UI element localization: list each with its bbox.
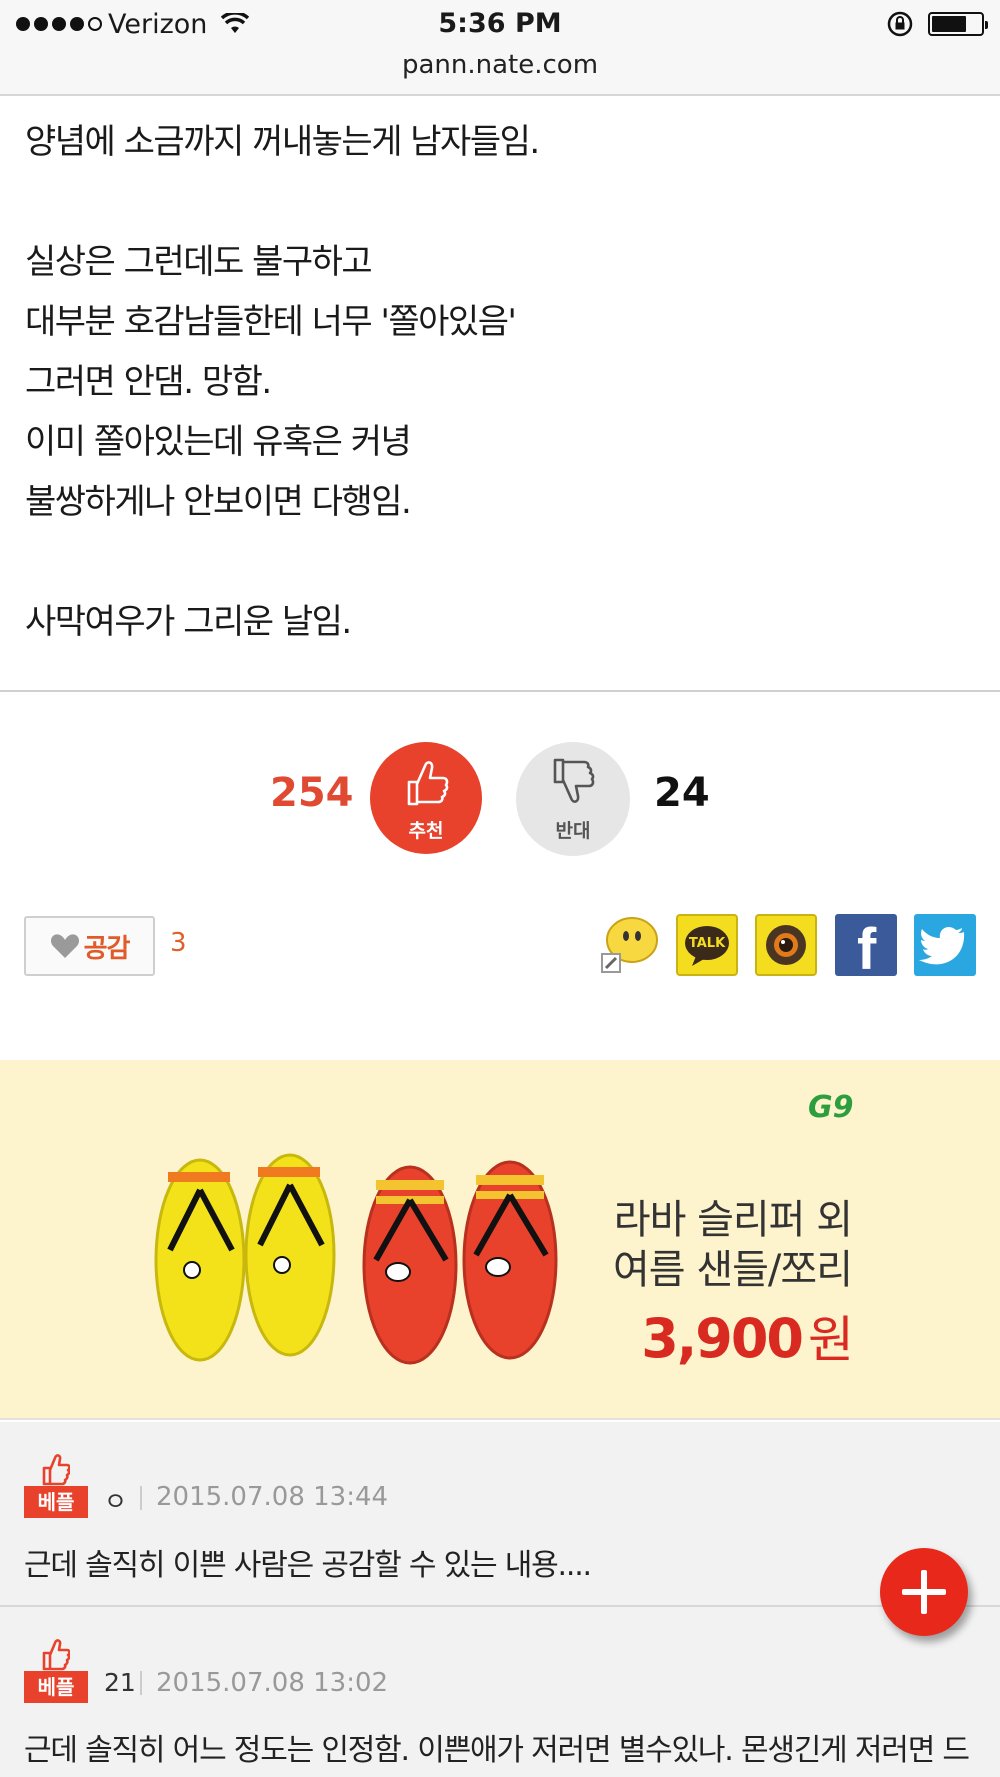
meta-separator bbox=[140, 1671, 142, 1695]
g9-logo: G9 bbox=[808, 1090, 854, 1125]
article-divider bbox=[0, 690, 1000, 692]
vote-section: 254 추천 반대 24 bbox=[0, 742, 1000, 856]
kakaotalk-share-button[interactable]: TALK bbox=[676, 914, 738, 976]
kakaostory-share-button[interactable] bbox=[755, 914, 817, 976]
comment-date: 2015.07.08 13:02 bbox=[156, 1668, 389, 1698]
comment-text[interactable]: 근데 솔직히 이쁜 사람은 공감할 수 있는 내용.... bbox=[24, 1540, 1000, 1584]
ad-price-currency: 원 bbox=[808, 1311, 854, 1369]
clock: 5:36 PM bbox=[438, 8, 562, 39]
url-text[interactable]: pann.nate.com bbox=[402, 50, 598, 80]
empathy-count: 3 bbox=[170, 928, 187, 958]
oppose-label: 반대 bbox=[555, 820, 591, 842]
ad-price: 3,900 원 bbox=[641, 1300, 854, 1372]
thumbs-down-icon bbox=[553, 758, 595, 803]
best-comments: 베플 ㅇ 2015.07.08 13:44 근데 솔직히 이쁜 사람은 공감할 … bbox=[0, 1422, 1000, 1777]
article-line: 불쌍하게나 안보이면 다행임. bbox=[25, 482, 412, 522]
comment-author[interactable]: ㅇ bbox=[104, 1482, 127, 1518]
facebook-share-button[interactable]: f bbox=[835, 914, 897, 982]
ad-line-2: 여름 샌들/쪼리 bbox=[613, 1247, 853, 1293]
heart-icon bbox=[50, 934, 79, 958]
article-line: 이미 쫄아있는데 유혹은 커녕 bbox=[25, 422, 412, 462]
status-bar: Verizon 5:36 PM bbox=[0, 0, 1000, 48]
add-comment-fab[interactable] bbox=[880, 1548, 968, 1636]
meta-separator bbox=[140, 1486, 142, 1510]
twitter-bird-icon bbox=[919, 927, 965, 965]
ad-price-value: 3,900 bbox=[641, 1307, 804, 1370]
article-line: 양념에 소금까지 꺼내놓는게 남자들임. bbox=[25, 122, 540, 162]
comment-text[interactable]: 근데 솔직히 어느 정도는 인정함. 이쁜애가 저러면 별수있나. 몬생긴게 저… bbox=[24, 1725, 1000, 1769]
battery-icon bbox=[928, 12, 988, 36]
thumbs-up-icon bbox=[407, 761, 449, 806]
empathy-label: 공감 bbox=[83, 933, 131, 964]
talk-label: TALK bbox=[688, 936, 726, 951]
orientation-lock-icon bbox=[887, 11, 913, 37]
best-badge-label: 베플 bbox=[24, 1486, 88, 1518]
ad-banner[interactable]: G9 라바 슬리퍼 외 여름 샌들/쪼리 3,900 원 bbox=[0, 1060, 1000, 1420]
article-line: 사막여우가 그리운 날임. bbox=[25, 602, 352, 642]
sandals-image bbox=[154, 1153, 558, 1365]
recommend-label: 추천 bbox=[408, 820, 444, 842]
best-badge: 베플 bbox=[24, 1454, 88, 1518]
oppose-count: 24 bbox=[654, 770, 710, 816]
thumbs-up-icon bbox=[42, 1454, 70, 1486]
article-blank-line bbox=[25, 532, 975, 592]
camera-icon bbox=[766, 925, 806, 965]
article-line: 실상은 그런데도 불구하고 bbox=[25, 242, 373, 282]
article-blank-line bbox=[25, 172, 975, 232]
ad-line-1: 라바 슬리퍼 외 bbox=[613, 1197, 853, 1243]
empathy-button[interactable]: 공감 bbox=[24, 916, 155, 976]
ad-headline: 라바 슬리퍼 외 여름 샌들/쪼리 bbox=[613, 1195, 853, 1295]
twitter-share-button[interactable] bbox=[914, 914, 976, 976]
article-line: 그러면 안댐. 망함. bbox=[25, 362, 272, 402]
comment-author[interactable]: 21 bbox=[104, 1668, 136, 1697]
oppose-button[interactable]: 반대 bbox=[516, 742, 630, 856]
article-body: 양념에 소금까지 꺼내놓는게 남자들임. 실상은 그런데도 불구하고 대부분 호… bbox=[25, 112, 975, 652]
thumbs-up-icon bbox=[42, 1639, 70, 1671]
address-bar[interactable]: pann.nate.com bbox=[0, 48, 1000, 96]
status-right bbox=[886, 8, 988, 40]
recommend-count: 254 bbox=[270, 770, 354, 816]
comment-date: 2015.07.08 13:44 bbox=[156, 1482, 389, 1512]
speech-smiley-icon bbox=[601, 917, 658, 973]
comment-divider bbox=[0, 1605, 1000, 1607]
recommend-button[interactable]: 추천 bbox=[370, 742, 482, 854]
best-badge: 베플 bbox=[24, 1639, 88, 1703]
facebook-icon: f bbox=[857, 917, 877, 982]
best-badge-label: 베플 bbox=[24, 1671, 88, 1703]
comment-share-button[interactable] bbox=[598, 914, 660, 976]
article-line: 대부분 호감남들한테 너무 '쫄아있음' bbox=[25, 302, 517, 342]
